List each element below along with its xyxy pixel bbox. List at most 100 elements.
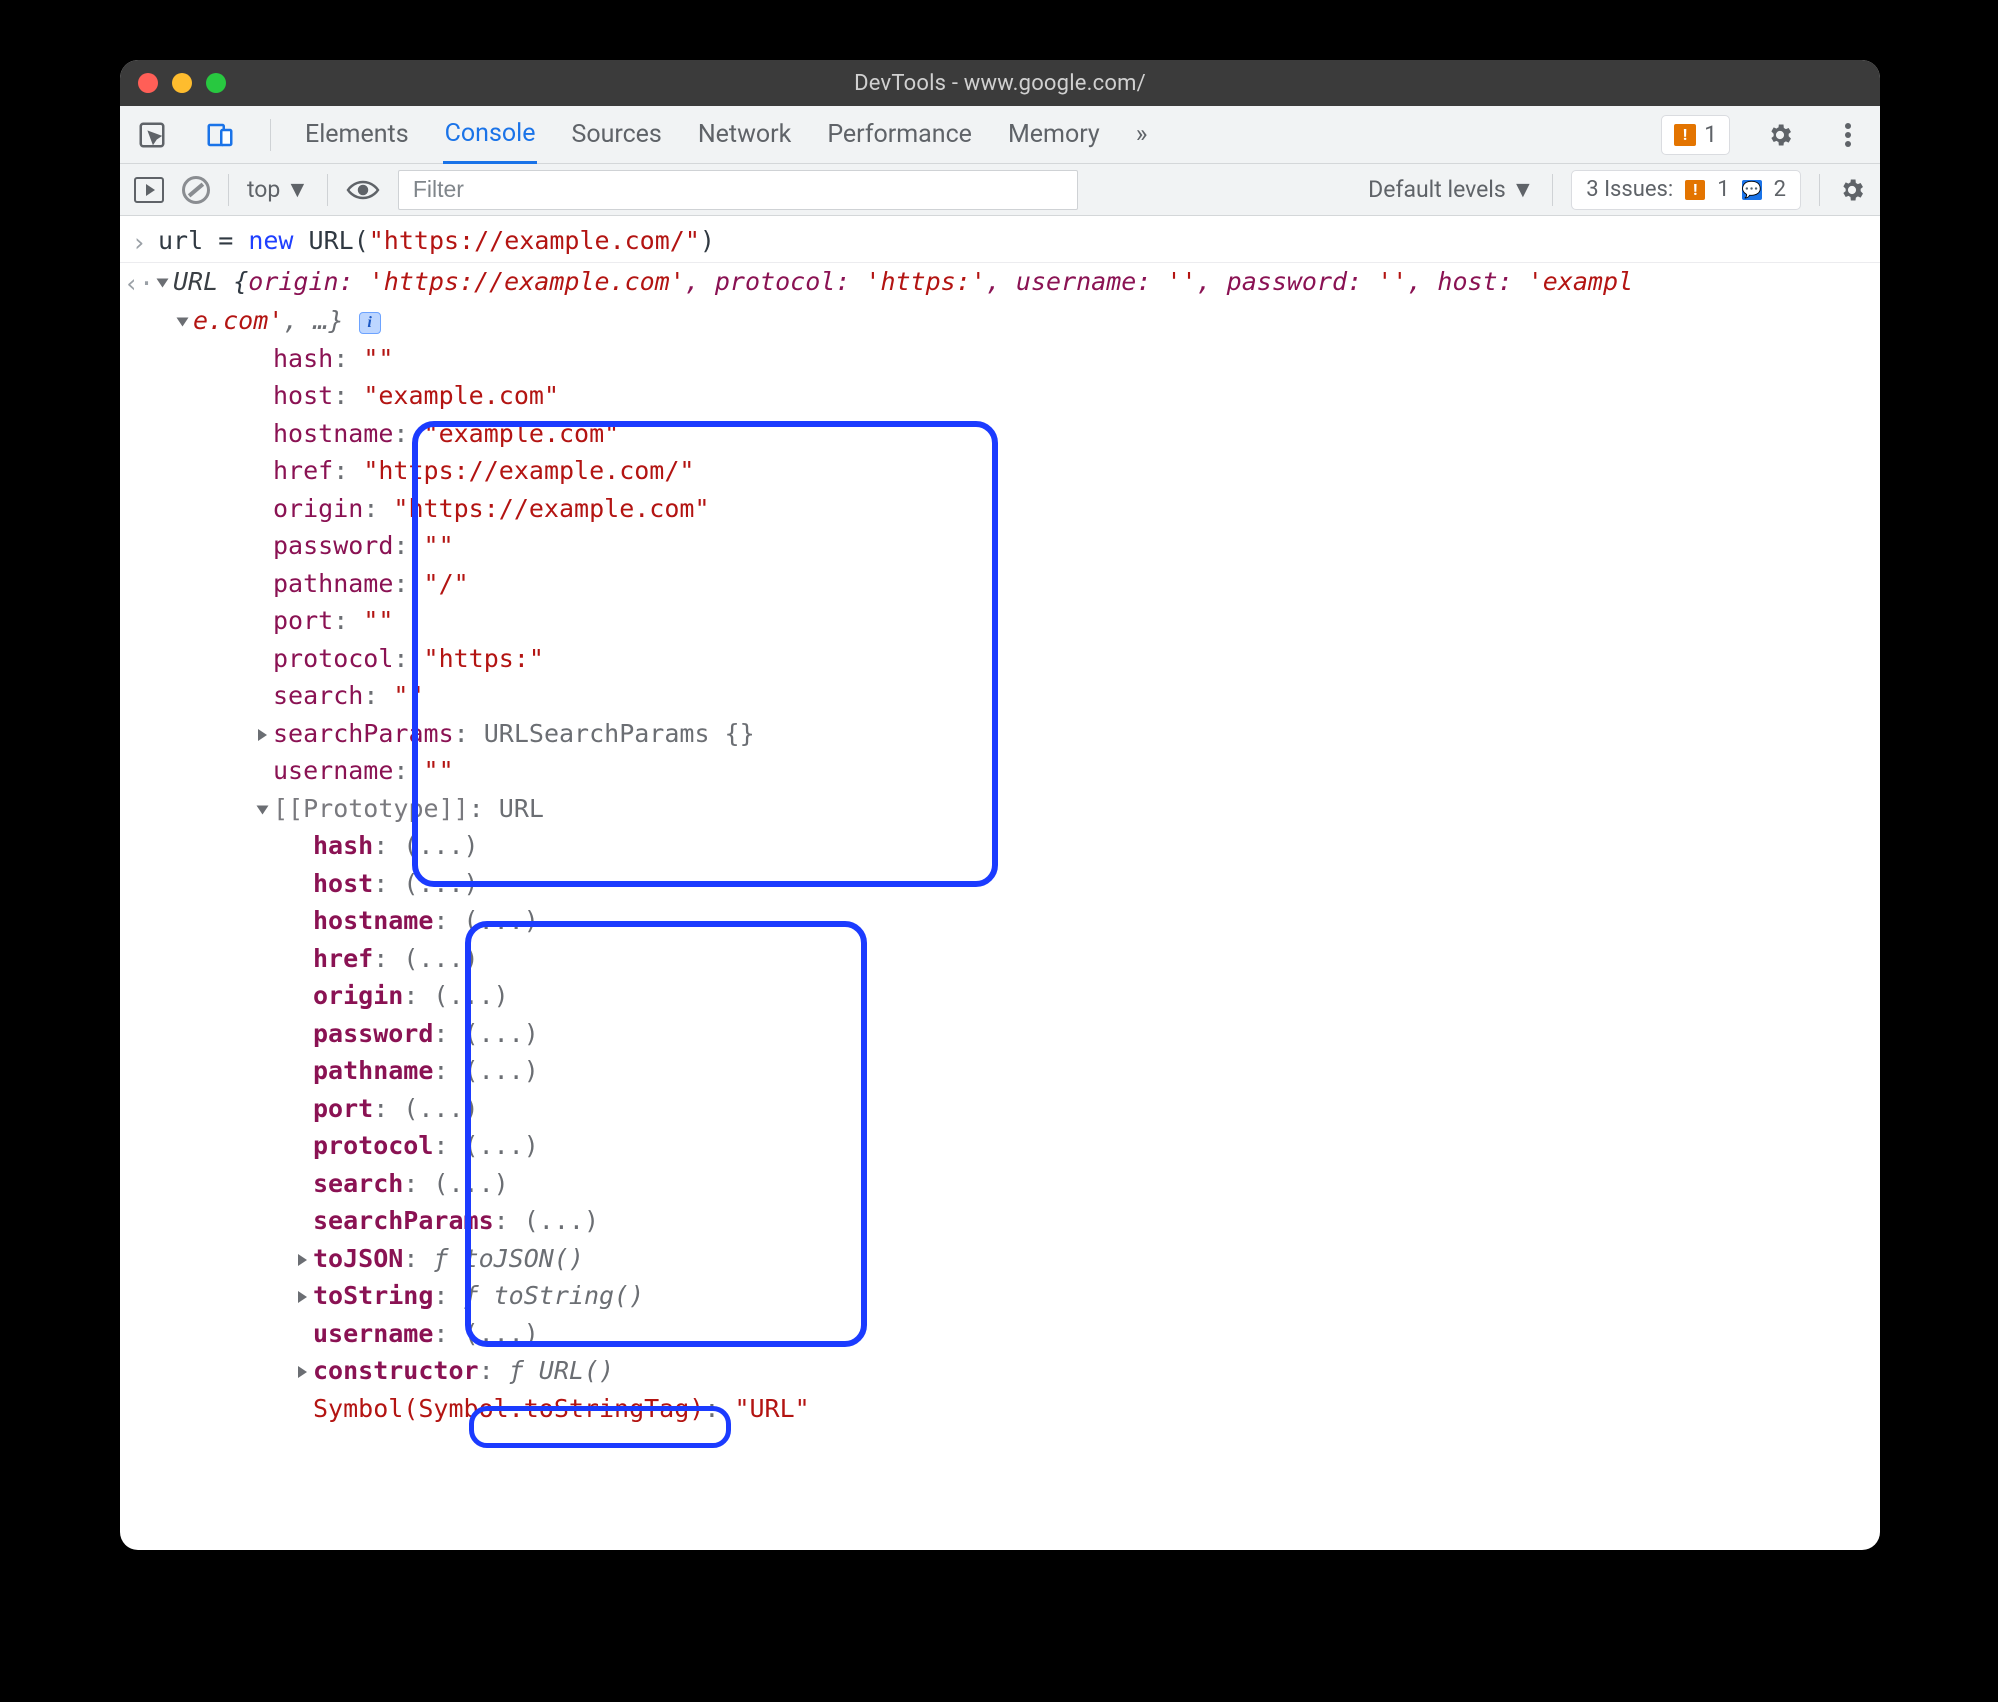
prop-key: password bbox=[273, 531, 393, 560]
paren: ) bbox=[700, 226, 715, 255]
prop-row[interactable]: password: "" bbox=[120, 527, 1880, 565]
prop-value: "example.com" bbox=[424, 419, 620, 448]
prop-line: origin: "https://example.com" bbox=[158, 490, 1880, 528]
prop-row[interactable]: username: (...) bbox=[120, 1315, 1880, 1353]
tab-elements[interactable]: Elements bbox=[303, 106, 411, 164]
prop-row[interactable]: password: (...) bbox=[120, 1015, 1880, 1053]
prop-line: constructor: ƒ URL() bbox=[158, 1352, 1880, 1390]
tab-sources[interactable]: Sources bbox=[569, 106, 663, 164]
result-wrap-row: e.com', …} i bbox=[120, 302, 1880, 340]
prop-row[interactable]: origin: (...) bbox=[120, 977, 1880, 1015]
prop-key: protocol bbox=[273, 644, 393, 673]
issues-warn-count: 1 bbox=[1717, 177, 1729, 202]
tab-memory[interactable]: Memory bbox=[1006, 106, 1102, 164]
prop-row[interactable]: href: "https://example.com/" bbox=[120, 452, 1880, 490]
device-toggle-icon[interactable] bbox=[202, 117, 238, 153]
live-expression-icon[interactable] bbox=[346, 178, 380, 202]
expand-icon[interactable] bbox=[177, 318, 189, 327]
prop-row[interactable]: hash: (...) bbox=[120, 827, 1880, 865]
inspect-icon[interactable] bbox=[134, 117, 170, 153]
show-sidebar-icon[interactable] bbox=[134, 177, 164, 203]
prop-key: username bbox=[273, 756, 393, 785]
expand-icon[interactable] bbox=[157, 278, 169, 287]
prototype-row[interactable]: [[Prototype]]: URL bbox=[120, 790, 1880, 828]
prop-line: host: "example.com" bbox=[158, 377, 1880, 415]
prop-row[interactable]: hash: "" bbox=[120, 340, 1880, 378]
prop-row[interactable]: protocol: (...) bbox=[120, 1127, 1880, 1165]
prop-row[interactable]: Symbol(Symbol.toStringTag): "URL" bbox=[120, 1390, 1880, 1428]
warnings-chip[interactable]: ! 1 bbox=[1661, 115, 1730, 155]
window-controls bbox=[138, 60, 226, 106]
prop-row[interactable]: constructor: ƒ URL() bbox=[120, 1352, 1880, 1390]
console-input-line: url = new URL("https://example.com/") bbox=[158, 222, 1880, 262]
prop-value: (...) bbox=[524, 1206, 599, 1235]
code-text: url = bbox=[158, 226, 248, 255]
prop-row[interactable]: searchParams: (...) bbox=[120, 1202, 1880, 1240]
prop-key: password bbox=[313, 1019, 433, 1048]
close-icon[interactable] bbox=[138, 73, 158, 93]
console-settings-icon[interactable] bbox=[1838, 176, 1866, 204]
console-result-row[interactable]: ‹· URL {origin: 'https://example.com', p… bbox=[120, 263, 1880, 303]
console-toolbar: top ▼ Default levels ▼ 3 Issues: ! 1 💬 2 bbox=[120, 164, 1880, 216]
prop-row[interactable]: pathname: "/" bbox=[120, 565, 1880, 603]
prop-value: 'https://example.com' bbox=[369, 267, 685, 296]
prop-line: hash: (...) bbox=[158, 827, 1880, 865]
tab-console[interactable]: Console bbox=[443, 106, 538, 164]
prop-row[interactable]: toJSON: ƒ toJSON() bbox=[120, 1240, 1880, 1278]
minimize-icon[interactable] bbox=[172, 73, 192, 93]
prop-row[interactable]: href: (...) bbox=[120, 940, 1880, 978]
prop-value: "example.com" bbox=[363, 381, 559, 410]
tab-network[interactable]: Network bbox=[696, 106, 793, 164]
expand-icon[interactable] bbox=[257, 805, 269, 814]
divider bbox=[1552, 174, 1553, 206]
prop-row[interactable]: hostname: (...) bbox=[120, 902, 1880, 940]
console-input-row: › url = new URL("https://example.com/") bbox=[120, 222, 1880, 263]
prop-row[interactable]: username: "" bbox=[120, 752, 1880, 790]
info-badge-icon[interactable]: i bbox=[359, 312, 381, 334]
prop-row[interactable]: hostname: "example.com" bbox=[120, 415, 1880, 453]
prop-key: searchParams bbox=[273, 719, 454, 748]
prop-row[interactable]: host: (...) bbox=[120, 865, 1880, 903]
prop-row[interactable]: searchParams: URLSearchParams {} bbox=[120, 715, 1880, 753]
prop-row[interactable]: pathname: (...) bbox=[120, 1052, 1880, 1090]
issues-info-count: 2 bbox=[1774, 177, 1786, 202]
prop-key: origin: bbox=[248, 267, 368, 296]
console-log-area[interactable]: › url = new URL("https://example.com/") … bbox=[120, 216, 1880, 1550]
expand-icon[interactable] bbox=[298, 1291, 307, 1303]
prop-row[interactable]: search: (...) bbox=[120, 1165, 1880, 1203]
prop-value: "https://example.com" bbox=[393, 494, 709, 523]
prop-row[interactable]: port: "" bbox=[120, 602, 1880, 640]
string-literal: "https://example.com/" bbox=[369, 226, 700, 255]
expand-icon[interactable] bbox=[298, 1254, 307, 1266]
expand-icon[interactable] bbox=[258, 729, 267, 741]
clear-console-icon[interactable] bbox=[182, 176, 210, 204]
issues-chip[interactable]: 3 Issues: ! 1 💬 2 bbox=[1571, 170, 1801, 210]
prop-row[interactable]: host: "example.com" bbox=[120, 377, 1880, 415]
prop-row[interactable]: protocol: "https:" bbox=[120, 640, 1880, 678]
prop-row[interactable]: port: (...) bbox=[120, 1090, 1880, 1128]
tab-performance[interactable]: Performance bbox=[825, 106, 974, 164]
prop-key: host bbox=[273, 381, 333, 410]
prop-key: hostname bbox=[273, 419, 393, 448]
filter-input[interactable] bbox=[398, 170, 1078, 210]
divider bbox=[327, 174, 328, 206]
devtools-window: DevTools - www.google.com/ Elements Cons… bbox=[120, 60, 1880, 1550]
prop-line: href: "https://example.com/" bbox=[158, 452, 1880, 490]
prop-row[interactable]: origin: "https://example.com" bbox=[120, 490, 1880, 528]
prop-key: , protocol: bbox=[685, 267, 866, 296]
expand-icon[interactable] bbox=[298, 1366, 307, 1378]
prop-key: , host: bbox=[1407, 267, 1527, 296]
prop-value: (...) bbox=[403, 869, 478, 898]
log-levels-selector[interactable]: Default levels ▼ bbox=[1368, 176, 1534, 203]
prop-row[interactable]: search: "" bbox=[120, 677, 1880, 715]
prop-row[interactable]: toString: ƒ toString() bbox=[120, 1277, 1880, 1315]
prop-line: hostname: (...) bbox=[158, 902, 1880, 940]
context-selector[interactable]: top ▼ bbox=[247, 176, 309, 203]
tabs-overflow[interactable]: » bbox=[1134, 106, 1150, 164]
zoom-icon[interactable] bbox=[206, 73, 226, 93]
prop-line: searchParams: URLSearchParams {} bbox=[158, 715, 1880, 753]
settings-icon[interactable] bbox=[1762, 117, 1798, 153]
prop-key: hostname bbox=[313, 906, 433, 935]
kebab-icon[interactable] bbox=[1830, 117, 1866, 153]
prop-value: (...) bbox=[433, 1169, 508, 1198]
